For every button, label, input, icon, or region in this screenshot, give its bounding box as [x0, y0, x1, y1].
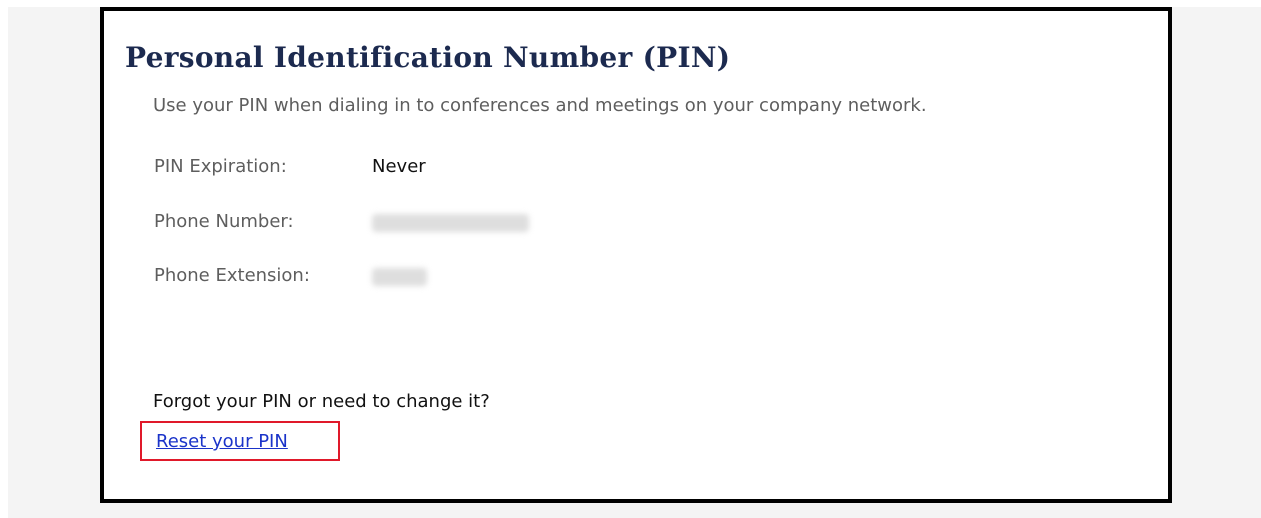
- phone-number-redacted: [372, 214, 529, 232]
- phone-extension-label: Phone Extension:: [154, 265, 310, 286]
- page-title: Personal Identification Number (PIN): [125, 41, 731, 74]
- forgot-pin-prompt: Forgot your PIN or need to change it?: [153, 391, 490, 412]
- pin-expiration-label: PIN Expiration:: [154, 156, 287, 177]
- pin-description: Use your PIN when dialing in to conferen…: [153, 95, 927, 116]
- phone-number-label: Phone Number:: [154, 211, 294, 232]
- reset-pin-link[interactable]: Reset your PIN: [156, 431, 288, 452]
- reset-pin-highlight-box: Reset your PIN: [140, 421, 340, 461]
- phone-extension-redacted: [372, 268, 427, 286]
- pin-expiration-value: Never: [372, 156, 426, 177]
- pin-panel: Personal Identification Number (PIN) Use…: [100, 7, 1172, 503]
